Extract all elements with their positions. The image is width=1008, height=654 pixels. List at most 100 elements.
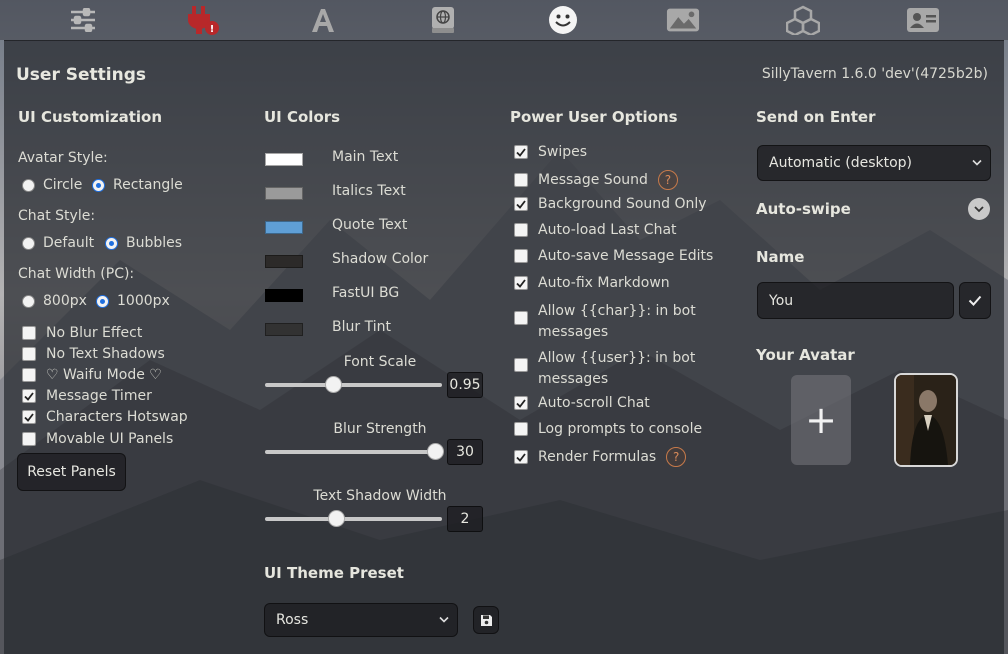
name-input[interactable]: You [757,282,954,319]
checkbox[interactable] [22,432,36,446]
slider-value-input[interactable]: 30 [447,439,483,465]
slider-value-input[interactable]: 2 [447,506,483,532]
power-user-option-row[interactable]: Message Sound? [514,170,678,190]
ui-option-checkbox-row[interactable]: Message Timer [22,388,152,404]
checkbox[interactable] [514,197,528,211]
power-user-option-row[interactable]: Log prompts to console [514,421,702,437]
radio-label: Circle [43,177,83,193]
add-avatar-button[interactable]: + [791,375,851,465]
plug-warning-icon[interactable]: ! [186,4,220,36]
ui-option-checkbox-row[interactable]: Characters Hotswap [22,409,188,425]
power-user-option-row[interactable]: Auto-save Message Edits [514,248,713,264]
user-settings-panel: User Settings SillyTavern 1.6.0 'dev'(47… [4,40,1004,654]
slider-track[interactable] [265,450,442,454]
smile-icon[interactable] [546,4,580,36]
slider-label: Text Shadow Width [313,488,447,504]
checkbox[interactable] [514,396,528,410]
radio-1000[interactable] [96,294,109,308]
book-icon[interactable] [426,4,460,36]
slider-track[interactable] [265,383,442,387]
color-label: Blur Tint [332,319,391,335]
chat-style-bubbles-radio[interactable]: Bubbles [105,235,182,251]
radio-rectangle[interactable] [92,178,105,192]
save-theme-button[interactable] [473,606,499,634]
color-swatch[interactable] [265,221,303,234]
avatar-style-circle-radio[interactable]: Circle [22,177,82,193]
send-on-enter-select[interactable]: Automatic (desktop) [757,145,991,181]
option-label: Message Sound [538,172,648,188]
image-icon[interactable] [666,4,700,36]
auto-swipe-heading[interactable]: Auto-swipe [756,200,851,218]
radio-circle[interactable] [22,178,35,192]
option-label-group: Allow {{user}}: in bot messages [538,348,695,390]
chat-width-1000-radio[interactable]: 1000px [96,293,170,309]
slider-value-input[interactable]: 0.95 [447,372,483,398]
checkbox[interactable] [514,422,528,436]
checkbox[interactable] [22,347,36,361]
sliders-icon[interactable] [66,4,100,36]
checkbox[interactable] [514,249,528,263]
name-confirm-button[interactable] [959,282,991,319]
color-swatch[interactable] [265,187,303,200]
chat-width-800-radio[interactable]: 800px [22,293,87,309]
option-label-group: Allow {{char}}: in bot messages [538,301,696,343]
radio-label: Rectangle [113,177,183,193]
checkbox[interactable] [514,358,528,372]
radio-bubbles[interactable] [105,236,118,250]
color-swatch[interactable] [265,153,303,166]
slider-label: Blur Strength [333,421,427,437]
color-swatch[interactable] [265,323,303,336]
auto-swipe-expand-icon[interactable] [968,198,990,220]
theme-preset-select[interactable]: Ross [264,603,458,637]
checkbox[interactable] [514,145,528,159]
checkbox[interactable] [514,311,528,325]
slider-label: Font Scale [343,354,417,370]
color-swatch[interactable] [265,289,303,302]
radio-800[interactable] [22,294,35,308]
help-icon[interactable]: ? [666,447,687,467]
top-navigation-bar: ! [0,0,1008,40]
radio-label: 800px [43,293,87,309]
checkbox[interactable] [514,450,528,464]
power-user-option-row[interactable]: Auto-fix Markdown [514,275,670,291]
ui-option-checkbox-row[interactable]: No Blur Effect [22,325,142,341]
slider-thumb[interactable] [328,510,345,527]
avatar-thumbnail[interactable] [894,373,958,467]
avatar-style-rectangle-radio[interactable]: Rectangle [92,177,183,193]
reset-panels-button[interactable]: Reset Panels [17,453,126,491]
help-icon[interactable]: ? [657,170,678,190]
ui-option-checkbox-row[interactable]: ♡ Waifu Mode ♡ [22,367,162,383]
checkbox[interactable] [22,326,36,340]
checkbox[interactable] [22,389,36,403]
checkbox[interactable] [22,368,36,382]
power-user-option-row[interactable]: Auto-load Last Chat [514,222,677,238]
checkbox[interactable] [22,410,36,424]
chat-style-default-radio[interactable]: Default [22,235,94,251]
power-user-option-row[interactable]: Swipes [514,144,587,160]
power-user-option-row[interactable]: Auto-scroll Chat [514,395,650,411]
id-card-icon[interactable] [906,4,940,36]
power-user-options-heading: Power User Options [510,108,678,126]
font-icon[interactable] [306,4,340,36]
cubes-icon[interactable] [786,4,820,36]
color-swatch[interactable] [265,255,303,268]
radio-default[interactable] [22,236,35,250]
ui-option-checkbox-row[interactable]: No Text Shadows [22,346,165,362]
power-user-option-row[interactable]: Render Formulas? [514,447,687,467]
version-label: SillyTavern 1.6.0 'dev'(4725b2b) [761,66,988,82]
power-user-option-row[interactable]: Background Sound Only [514,196,707,212]
power-user-option-row[interactable]: Allow {{user}}: in bot messages [514,348,695,390]
ui-theme-preset-heading: UI Theme Preset [264,564,404,582]
checkbox[interactable] [514,173,528,187]
your-avatar-heading: Your Avatar [756,346,855,364]
ui-option-checkbox-row[interactable]: Movable UI Panels [22,431,173,447]
checkbox[interactable] [514,223,528,237]
color-label: Italics Text [332,183,406,199]
checkbox-label: Movable UI Panels [46,431,174,447]
slider-track[interactable] [265,517,442,521]
power-user-option-row[interactable]: Allow {{char}}: in bot messages [514,301,696,343]
checkbox[interactable] [514,276,528,290]
slider-thumb[interactable] [427,443,444,460]
slider-thumb[interactable] [324,376,342,393]
radio-label: Bubbles [126,235,183,251]
